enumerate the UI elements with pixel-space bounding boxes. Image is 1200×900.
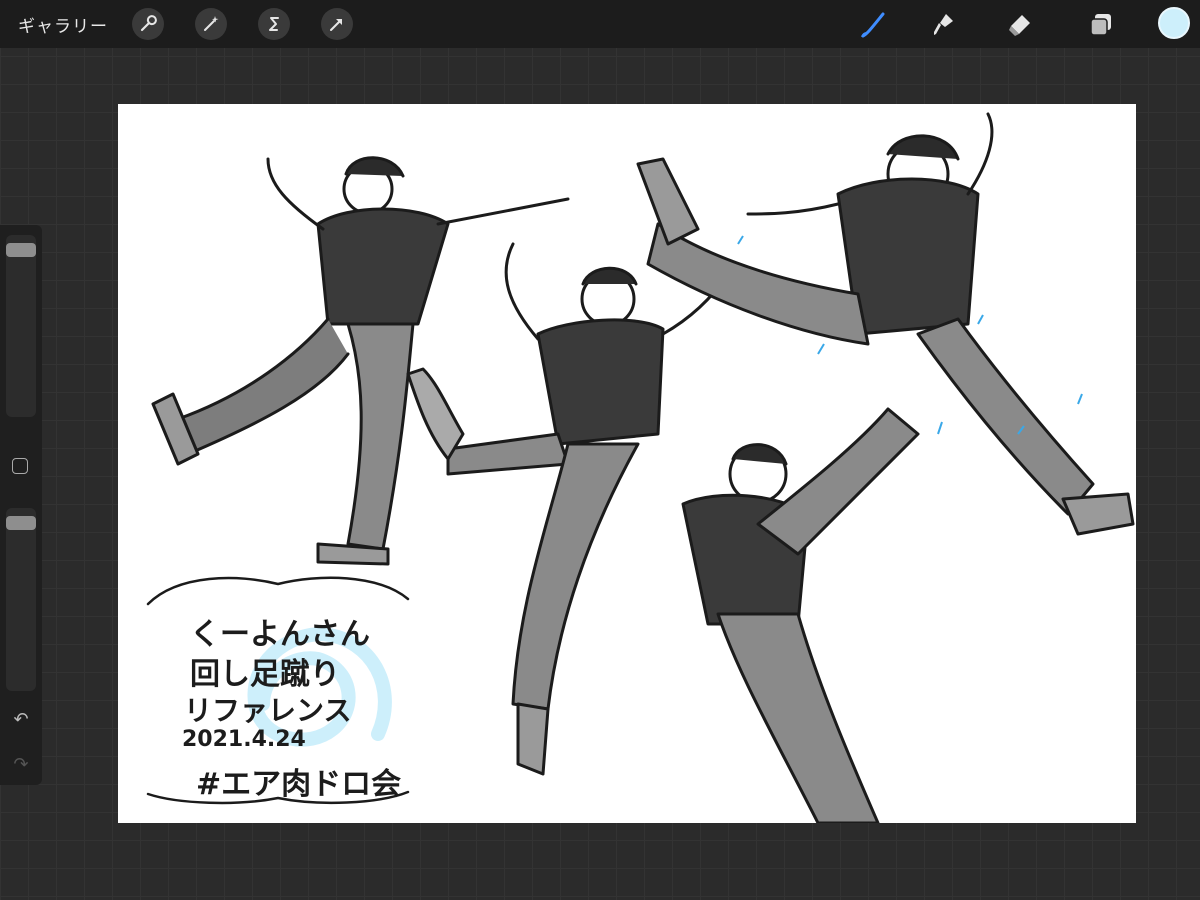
layers-button[interactable] bbox=[1084, 8, 1118, 42]
redo-button[interactable]: ↷ bbox=[11, 755, 31, 775]
opacity-slider[interactable] bbox=[6, 508, 36, 691]
caption-line3: リファレンス bbox=[184, 694, 352, 727]
transform-button[interactable] bbox=[321, 8, 353, 40]
smudge-icon bbox=[934, 14, 953, 35]
figure-spinning bbox=[681, 407, 920, 823]
selection-button[interactable] bbox=[258, 8, 290, 40]
brush-icon bbox=[861, 12, 885, 38]
gallery-button[interactable]: ギャラリー bbox=[18, 12, 108, 37]
figure-kicking-right bbox=[636, 112, 1135, 536]
brush-size-slider[interactable] bbox=[6, 235, 36, 417]
left-sidebar: ↶ ↷ bbox=[0, 225, 42, 785]
adjustments-button[interactable] bbox=[195, 8, 227, 40]
transform-arrow-icon bbox=[330, 19, 342, 31]
modify-button[interactable] bbox=[12, 458, 28, 474]
figure-standing bbox=[151, 156, 570, 566]
brush-button[interactable] bbox=[856, 8, 890, 42]
actions-button[interactable] bbox=[132, 8, 164, 40]
wrench-icon bbox=[140, 15, 157, 32]
undo-button[interactable]: ↶ bbox=[11, 710, 31, 730]
figure-kicking-center bbox=[406, 242, 730, 776]
brush-size-thumb[interactable] bbox=[6, 243, 36, 257]
caption-tag: #エア肉ドロ会 bbox=[196, 767, 402, 802]
layers-icon bbox=[1090, 14, 1111, 36]
magic-wand-icon bbox=[204, 16, 219, 31]
redo-icon: ↷ bbox=[13, 754, 29, 775]
undo-icon: ↶ bbox=[13, 709, 29, 730]
selection-icon bbox=[269, 17, 279, 31]
eraser-button[interactable] bbox=[1003, 8, 1037, 42]
opacity-thumb[interactable] bbox=[6, 516, 36, 530]
caption-date: 2021.4.24 bbox=[182, 727, 306, 752]
drawing-canvas[interactable]: くーよんさん 回し足蹴り リファレンス 2021.4.24 #エア肉ドロ会 bbox=[118, 104, 1136, 823]
smudge-button[interactable] bbox=[926, 8, 960, 42]
caption-line1: くーよんさん bbox=[190, 617, 370, 652]
eraser-icon bbox=[1009, 15, 1030, 36]
color-picker-button[interactable] bbox=[1158, 7, 1190, 39]
top-toolbar: ギャラリー bbox=[0, 0, 1200, 48]
caption-line2: 回し足蹴り bbox=[190, 657, 340, 692]
